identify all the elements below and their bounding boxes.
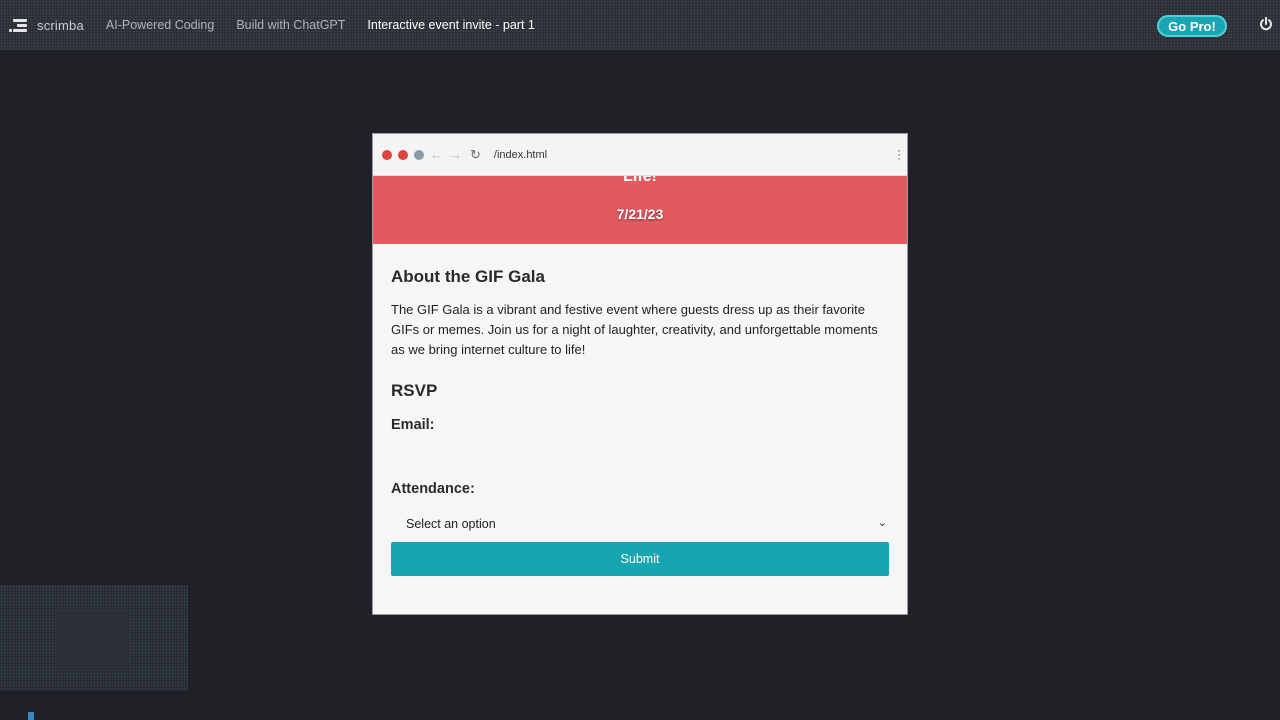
back-arrow-icon[interactable]: ← bbox=[430, 147, 443, 162]
minimize-dot-icon[interactable] bbox=[398, 149, 408, 160]
decorative-dots bbox=[1080, 62, 1190, 64]
email-field[interactable] bbox=[391, 441, 889, 471]
breadcrumb-module[interactable]: Build with ChatGPT bbox=[236, 18, 345, 32]
submit-button[interactable]: Submit bbox=[391, 542, 889, 576]
about-heading: About the GIF Gala bbox=[391, 267, 545, 286]
reload-icon[interactable]: ↻ bbox=[470, 147, 481, 163]
webcam-frame bbox=[54, 612, 130, 668]
attendance-label: Attendance: bbox=[391, 481, 475, 497]
event-invite-page: Life! 7/21/23 About the GIF Gala The GIF… bbox=[373, 176, 907, 614]
go-pro-button[interactable]: Go Pro! bbox=[1157, 15, 1227, 37]
breadcrumb-lesson: Interactive event invite - part 1 bbox=[367, 18, 535, 32]
progress-indicator bbox=[28, 712, 34, 720]
browser-preview: ← → ↻ /index.html · · · Life! 7/21/23 Abou… bbox=[372, 133, 908, 615]
webcam-thumbnail bbox=[0, 585, 188, 691]
breadcrumb-course[interactable]: AI-Powered Coding bbox=[106, 18, 214, 32]
forward-arrow-icon[interactable]: → bbox=[449, 147, 462, 162]
hero-banner: Life! 7/21/23 bbox=[373, 176, 907, 244]
email-label: Email: bbox=[391, 417, 435, 433]
url-bar[interactable]: /index.html bbox=[494, 149, 547, 161]
power-icon[interactable] bbox=[1259, 17, 1273, 31]
browser-toolbar: ← → ↻ /index.html · · · bbox=[373, 134, 907, 176]
more-menu-icon[interactable]: · · · bbox=[897, 144, 901, 164]
maximize-dot-icon[interactable] bbox=[414, 149, 424, 160]
top-nav-bar: scrimba AI-Powered Coding Build with Cha… bbox=[0, 0, 1280, 50]
scrimba-logo-icon bbox=[9, 17, 29, 33]
close-dot-icon[interactable] bbox=[382, 149, 392, 160]
rsvp-heading: RSVP bbox=[391, 381, 438, 400]
attendance-selected-value: Select an option bbox=[406, 517, 496, 531]
scrimba-logo[interactable]: scrimba bbox=[9, 17, 84, 33]
event-date: 7/21/23 bbox=[616, 206, 664, 222]
about-paragraph: The GIF Gala is a vibrant and festive ev… bbox=[391, 302, 878, 357]
attendance-select[interactable]: Select an option ⌄ bbox=[391, 509, 889, 539]
hero-tagline-overflow: Life! bbox=[623, 176, 657, 185]
chevron-down-icon: ⌄ bbox=[877, 517, 887, 529]
logo-text: scrimba bbox=[37, 17, 84, 33]
